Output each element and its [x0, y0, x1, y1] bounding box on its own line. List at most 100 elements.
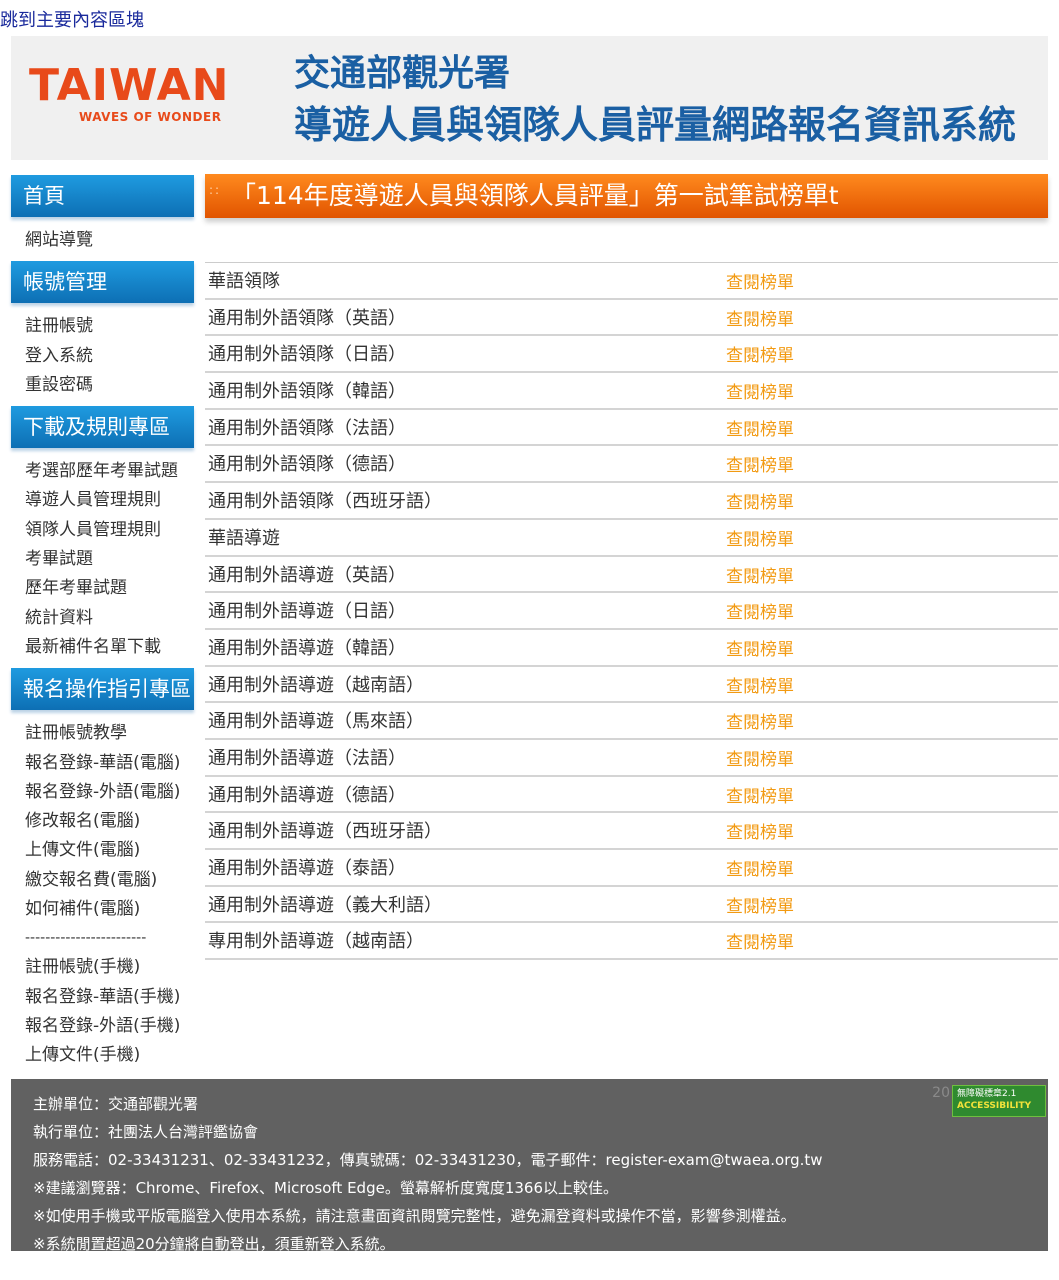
- table-row: 通用制外語導遊（西班牙語） 查閱榜單: [205, 813, 1058, 850]
- category-name: 通用制外語領隊（英語）: [208, 307, 406, 329]
- sidebar-item[interactable]: 報名登錄-外語(手機): [25, 1012, 194, 1041]
- sidebar-item[interactable]: 繳交報名費(電腦): [25, 866, 194, 895]
- sidebar-section-header[interactable]: 下載及規則專區: [11, 406, 194, 449]
- view-results-link[interactable]: 查閱榜單: [726, 635, 794, 660]
- table-row: 通用制外語導遊（英語） 查閱榜單: [205, 557, 1058, 594]
- system-title: 導遊人員與領隊人員評量網路報名資訊系統: [294, 103, 1017, 147]
- view-results-link[interactable]: 查閱榜單: [726, 745, 794, 770]
- results-table: 華語領隊 查閱榜單 通用制外語領隊（英語） 查閱榜單 通用制外語領隊（日語） 查閱榜單 通用…: [205, 262, 1058, 961]
- category-name: 通用制外語領隊（日語）: [208, 344, 406, 366]
- table-row: 專用制外語導遊（越南語） 查閱榜單: [205, 923, 1058, 961]
- table-row: 通用制外語導遊（馬來語） 查閱榜單: [205, 703, 1058, 740]
- view-results-link[interactable]: 查閱榜單: [726, 415, 794, 440]
- table-row: 通用制外語領隊（德語） 查閱榜單: [205, 446, 1058, 484]
- table-row: 通用制外語導遊（日語） 查閱榜單: [205, 593, 1058, 630]
- sidebar-item[interactable]: 考畢試題: [25, 545, 194, 574]
- category-name: 專用制外語導遊（越南語）: [208, 931, 424, 953]
- taiwan-logo[interactable]: TAIWAN WAVES OF WONDER: [29, 62, 269, 125]
- sidebar-item[interactable]: 註冊帳號(手機): [25, 953, 194, 982]
- footer-info-line: ※建議瀏覽器：Chrome、Firefox、Microsoft Edge。螢幕解…: [33, 1179, 619, 1197]
- footer-info-line: 服務電話：02-33431231、02-33431232，傳真號碼：02-334…: [33, 1151, 823, 1169]
- view-results-link[interactable]: 查閱榜單: [726, 378, 794, 403]
- agency-title: 交通部觀光署: [294, 53, 511, 94]
- category-name: 通用制外語導遊（英語）: [208, 564, 406, 586]
- sidebar-section-header[interactable]: 報名操作指引專區: [11, 668, 194, 711]
- table-row: 通用制外語導遊（義大利語） 查閱榜單: [205, 887, 1058, 924]
- category-name: 通用制外語導遊（西班牙語）: [208, 821, 442, 843]
- sidebar-item[interactable]: 修改報名(電腦): [25, 807, 194, 836]
- sidebar-item[interactable]: 考選部歷年考畢試題: [25, 457, 194, 486]
- site-banner: TAIWAN WAVES OF WONDER 交通部觀光署 導遊人員與領隊人員評…: [11, 36, 1048, 160]
- sidebar-item[interactable]: 領隊人員管理規則: [25, 516, 194, 545]
- table-row: 通用制外語導遊（泰語） 查閱榜單: [205, 850, 1058, 887]
- sidebar-item[interactable]: 導遊人員管理規則: [25, 486, 194, 515]
- table-row: 通用制外語領隊（韓語） 查閱榜單: [205, 373, 1058, 410]
- view-results-link[interactable]: 查閱榜單: [726, 305, 794, 330]
- footer-info-line: 主辦單位：交通部觀光署: [33, 1095, 199, 1113]
- table-row: 通用制外語領隊（英語） 查閱榜單: [205, 300, 1058, 337]
- sidebar-item[interactable]: 報名登錄-華語(手機): [25, 983, 194, 1012]
- sidebar-item[interactable]: 報名登錄-外語(電腦): [25, 778, 194, 807]
- sidebar-item[interactable]: 重設密碼: [25, 371, 194, 400]
- sidebar-item[interactable]: 統計資料: [25, 604, 194, 633]
- sidebar-item[interactable]: 報名登錄-華語(電腦): [25, 749, 194, 778]
- view-results-link[interactable]: 查閱榜單: [726, 598, 794, 623]
- sidebar-item[interactable]: 上傳文件(手機): [25, 1041, 194, 1070]
- sidebar-item[interactable]: 註冊帳號: [25, 312, 194, 341]
- view-results-link[interactable]: 查閱榜單: [726, 341, 794, 366]
- badge-subtitle: ACCESSIBILITY: [957, 1101, 1032, 1111]
- category-name: 通用制外語領隊（韓語）: [208, 381, 406, 403]
- table-row: 通用制外語領隊（西班牙語） 查閱榜單: [205, 483, 1058, 520]
- table-row: 通用制外語領隊（日語） 查閱榜單: [205, 336, 1058, 374]
- view-results-link[interactable]: 查閱榜單: [726, 708, 794, 733]
- skip-to-content-link[interactable]: 跳到主要內容區塊: [0, 6, 144, 32]
- view-results-link[interactable]: 查閱榜單: [726, 451, 794, 476]
- view-results-link[interactable]: 查閱榜單: [726, 672, 794, 697]
- sidebar-section-list: 網站導覽: [11, 221, 194, 261]
- page-heading-bar: :: 「114年度導遊人員與領隊人員評量」第一試筆試榜單t: [205, 174, 1048, 218]
- decorative-dots: ::: [209, 183, 222, 197]
- page-title: 「114年度導遊人員與領隊人員評量」第一試筆試榜單t: [231, 181, 839, 210]
- category-name: 通用制外語導遊（日語）: [208, 601, 406, 623]
- view-results-link[interactable]: 查閱榜單: [726, 268, 794, 293]
- footer-info-line: ※系統閒置超過20分鐘將自動登出，須重新登入系統。: [33, 1235, 395, 1253]
- table-row: 通用制外語領隊（法語） 查閱榜單: [205, 410, 1058, 447]
- category-name: 通用制外語導遊（越南語）: [208, 674, 424, 696]
- sidebar-item[interactable]: 如何補件(電腦): [25, 895, 194, 924]
- category-name: 通用制外語領隊（西班牙語）: [208, 491, 442, 513]
- sidebar-section-header[interactable]: 帳號管理: [11, 261, 194, 304]
- view-results-link[interactable]: 查閱榜單: [726, 892, 794, 917]
- view-results-link[interactable]: 查閱榜單: [726, 525, 794, 550]
- table-row: 華語導遊 查閱榜單: [205, 520, 1058, 557]
- view-results-link[interactable]: 查閱榜單: [726, 562, 794, 587]
- category-name: 通用制外語導遊（馬來語）: [208, 711, 424, 733]
- view-results-link[interactable]: 查閱榜單: [726, 928, 794, 953]
- view-results-link[interactable]: 查閱榜單: [726, 855, 794, 880]
- sidebar-item[interactable]: 註冊帳號教學: [25, 719, 194, 748]
- category-name: 通用制外語領隊（法語）: [208, 417, 406, 439]
- table-row: 通用制外語導遊（韓語） 查閱榜單: [205, 630, 1058, 667]
- logo-tagline: WAVES OF WONDER: [79, 110, 222, 124]
- sidebar-nav: 首頁 網站導覽 帳號管理 註冊帳號 登入系統 重設密碼 下載及規則專區 考選部歷年考畢試題 導遊…: [11, 175, 194, 1077]
- sidebar-item[interactable]: 歷年考畢試題: [25, 574, 194, 603]
- accessibility-badge[interactable]: 無障礙標章2.1 ACCESSIBILITY: [952, 1085, 1046, 1117]
- sidebar-section-header[interactable]: 首頁: [11, 175, 194, 217]
- view-results-link[interactable]: 查閱榜單: [726, 488, 794, 513]
- category-name: 華語導遊: [208, 527, 280, 549]
- category-name: 通用制外語導遊（義大利語）: [208, 894, 442, 916]
- table-row: 通用制外語導遊（德語） 查閱榜單: [205, 777, 1058, 814]
- category-name: 華語領隊: [208, 271, 280, 292]
- view-results-link[interactable]: 查閱榜單: [726, 782, 794, 807]
- sidebar-item[interactable]: 網站導覽: [25, 226, 194, 255]
- view-results-link[interactable]: 查閱榜單: [726, 818, 794, 843]
- sidebar-item[interactable]: 上傳文件(電腦): [25, 836, 194, 865]
- sidebar-section-list: 註冊帳號教學 報名登錄-華語(電腦) 報名登錄-外語(電腦) 修改報名(電腦) 上傳文件…: [11, 714, 194, 1076]
- table-row: 通用制外語導遊（越南語） 查閱榜單: [205, 667, 1058, 704]
- sidebar-item[interactable]: 最新補件名單下載: [25, 633, 194, 662]
- sidebar-separator: ------------------------: [25, 930, 147, 947]
- footer-info-line: 執行單位：社團法人台灣評鑑協會: [33, 1123, 259, 1141]
- category-name: 通用制外語領隊（德語）: [208, 454, 406, 476]
- sidebar-section-list: 註冊帳號 登入系統 重設密碼: [11, 307, 194, 406]
- footer: 主辦單位：交通部觀光署執行單位：社團法人台灣評鑑協會服務電話：02-334312…: [11, 1079, 1048, 1253]
- sidebar-item[interactable]: 登入系統: [25, 342, 194, 371]
